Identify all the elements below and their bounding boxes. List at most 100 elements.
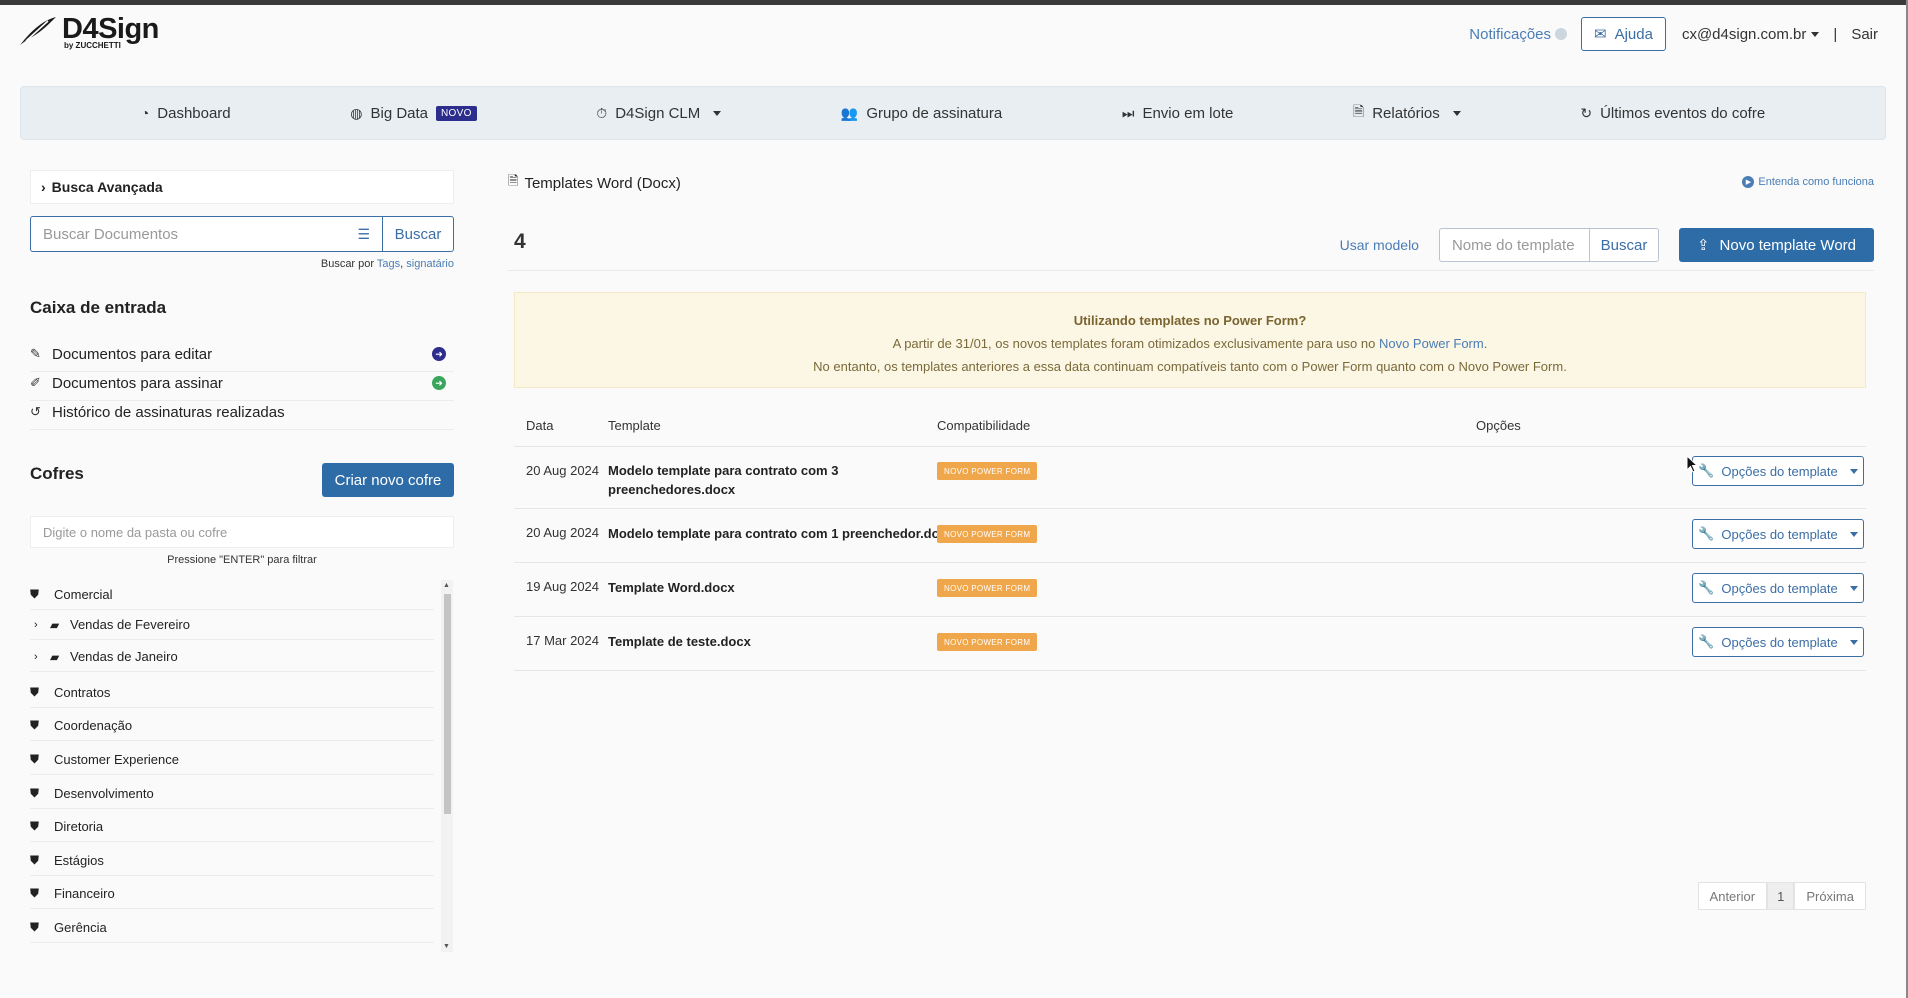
alert-line-2: No entanto, os templates anteriores a es…	[813, 359, 1567, 374]
vault-label: Financeiro	[54, 886, 115, 901]
pager-current[interactable]: 1	[1767, 882, 1795, 910]
help-button[interactable]: ✉ Ajuda	[1581, 17, 1666, 51]
folder-item[interactable]: › ▰ Vendas de Janeiro	[30, 642, 434, 672]
chevron-right-icon[interactable]: ›	[34, 651, 50, 663]
caret-down-icon	[1849, 639, 1858, 645]
nav-dashboard[interactable]: ◔ Dashboard	[141, 105, 231, 122]
wrench-icon: 🔧	[1698, 463, 1715, 478]
notifications-link[interactable]: Notificações	[1469, 26, 1567, 43]
use-model-link[interactable]: Usar modelo	[1340, 237, 1419, 253]
inbox-label: Documentos para assinar	[52, 374, 223, 392]
template-name-input[interactable]: Nome do template	[1438, 228, 1589, 262]
vault-item[interactable]: ⛊ Contratos	[30, 678, 434, 708]
novo-power-form-link[interactable]: Novo Power Form	[1379, 336, 1484, 351]
fast-forward-icon: ⏭	[1121, 104, 1135, 121]
logo-feather-icon	[20, 17, 56, 45]
scroll-down-icon[interactable]: ▼	[443, 943, 450, 950]
help-label: Ajuda	[1614, 25, 1653, 43]
vault-item[interactable]: ⛊ Customer Experience	[30, 745, 434, 775]
advanced-search-toggle[interactable]: › Busca Avançada	[30, 170, 454, 204]
search-input[interactable]: Buscar Documentos ☰	[30, 216, 382, 252]
caret-down-icon	[1811, 32, 1820, 38]
vault-item[interactable]: ⛊ Gerência	[30, 913, 434, 943]
inbox-item-historico[interactable]: ↺ Histórico de assinaturas realizadas	[30, 395, 454, 430]
shield-icon: ⛊	[30, 718, 40, 732]
vault-item[interactable]: ⛊ Estágios	[30, 846, 434, 876]
pen-icon: ✐	[30, 375, 41, 390]
vault-filter-input[interactable]: Digite o nome da pasta ou cofre	[30, 516, 454, 548]
vault-item[interactable]: ⛊ Financeiro	[30, 879, 434, 909]
edit-icon: ✎	[30, 346, 41, 361]
row-date: 20 Aug 2024	[526, 525, 600, 540]
template-options-button[interactable]: 🔧 Opções do template	[1692, 519, 1864, 549]
nav-bigdata[interactable]: ◍ Big Data NOVO	[350, 105, 477, 122]
chevron-right-icon[interactable]: ›	[34, 619, 50, 631]
vault-scrollbar[interactable]: ▲ ▼	[441, 580, 453, 952]
sliders-icon[interactable]: ☰	[357, 226, 370, 243]
new-template-button[interactable]: ⇪ Novo template Word	[1678, 228, 1874, 262]
pager-prev[interactable]: Anterior	[1697, 882, 1768, 910]
alert-line-1-end: .	[1483, 336, 1488, 351]
stopwatch-icon: ⏱	[596, 104, 608, 121]
notifications-indicator	[1555, 28, 1567, 40]
inbox-label: Documentos para editar	[52, 345, 213, 363]
nav-grupo[interactable]: 👥 Grupo de assinatura	[841, 105, 1002, 122]
template-options-button[interactable]: 🔧 Opções do template	[1692, 456, 1864, 486]
notifications-label: Notificações	[1469, 25, 1551, 43]
logo-name: D4Sign	[62, 13, 159, 45]
vault-filter-placeholder: Digite o nome da pasta ou cofre	[43, 524, 228, 540]
options-label: Opções do template	[1721, 580, 1838, 596]
file-report-icon: 🗎	[1352, 103, 1365, 119]
template-options-button[interactable]: 🔧 Opções do template	[1692, 627, 1864, 657]
user-menu[interactable]: cx@d4sign.com.br	[1682, 26, 1820, 43]
help-link[interactable]: ▶ Entenda como funciona	[1742, 176, 1874, 188]
logo[interactable]: D4Sign by ZUCCHETTI	[18, 15, 159, 50]
wrench-icon: 🔧	[1698, 634, 1715, 649]
page-title-text: Templates Word (Docx)	[524, 174, 681, 192]
shield-icon: ⛊	[30, 685, 40, 699]
scroll-up-icon[interactable]: ▲	[443, 582, 450, 589]
nav-clm[interactable]: ⏱ D4Sign CLM	[596, 104, 722, 122]
template-options-button[interactable]: 🔧 Opções do template	[1692, 573, 1864, 603]
arrow-right-icon: ➜	[432, 376, 446, 390]
col-template: Template	[608, 418, 661, 433]
folder-item[interactable]: › ▰ Vendas de Fevereiro	[30, 610, 434, 640]
nav-eventos[interactable]: ↻ Últimos eventos do cofre	[1580, 105, 1765, 122]
vault-item[interactable]: ⛊ Diretoria	[30, 812, 434, 842]
vault-item[interactable]: ⛊ Comercial	[30, 580, 434, 610]
nav-clm-label: D4Sign CLM	[615, 104, 701, 122]
search-button[interactable]: Buscar	[382, 216, 454, 252]
scroll-thumb[interactable]	[444, 594, 451, 814]
wrench-icon: 🔧	[1698, 580, 1715, 595]
envelope-icon: ✉	[1594, 26, 1607, 43]
header: D4Sign by ZUCCHETTI Notificações ✉ Ajuda…	[0, 5, 1906, 65]
options-label: Opções do template	[1721, 526, 1838, 542]
vault-item[interactable]: ⛊ Desenvolvimento	[30, 779, 434, 809]
row-date: 17 Mar 2024	[526, 633, 599, 648]
refresh-icon: ↻	[1580, 104, 1593, 121]
vault-label: Comercial	[54, 587, 113, 602]
nav-lote[interactable]: ⏭ Envio em lote	[1122, 105, 1234, 122]
col-compat: Compatibilidade	[937, 418, 1031, 433]
alert-title: Utilizando templates no Power Form?	[1073, 313, 1307, 328]
table-bottom-border	[514, 670, 1866, 671]
template-actions: Usar modelo Nome do template Buscar ⇪ No…	[1340, 228, 1874, 262]
wrench-icon: 🔧	[1698, 526, 1715, 541]
nav-relatorios[interactable]: 🗎 Relatórios	[1353, 101, 1461, 125]
vault-item[interactable]: ⛊ Coordenação	[30, 711, 434, 741]
caret-down-icon	[1452, 110, 1461, 116]
pagination: Anterior 1 Próxima	[1697, 882, 1866, 910]
create-vault-button[interactable]: Criar novo cofre	[322, 463, 454, 497]
logout-link[interactable]: Sair	[1851, 26, 1878, 43]
power-form-alert: Utilizando templates no Power Form? A pa…	[514, 292, 1866, 388]
pager-next[interactable]: Próxima	[1794, 882, 1866, 910]
signatario-link[interactable]: signatário	[406, 258, 454, 270]
alert-line-1: A partir de 31/01, os novos templates fo…	[515, 332, 1865, 355]
tags-link[interactable]: Tags	[377, 258, 400, 270]
power-form-badge: NOVO POWER FORM	[937, 525, 1038, 543]
shield-icon: ⛊	[30, 786, 40, 800]
inbox-title: Caixa de entrada	[30, 298, 167, 317]
vault-label: Estágios	[54, 853, 104, 868]
template-search-button[interactable]: Buscar	[1588, 228, 1659, 262]
sidebar: › Busca Avançada Buscar Documentos ☰ Bus…	[30, 170, 454, 952]
